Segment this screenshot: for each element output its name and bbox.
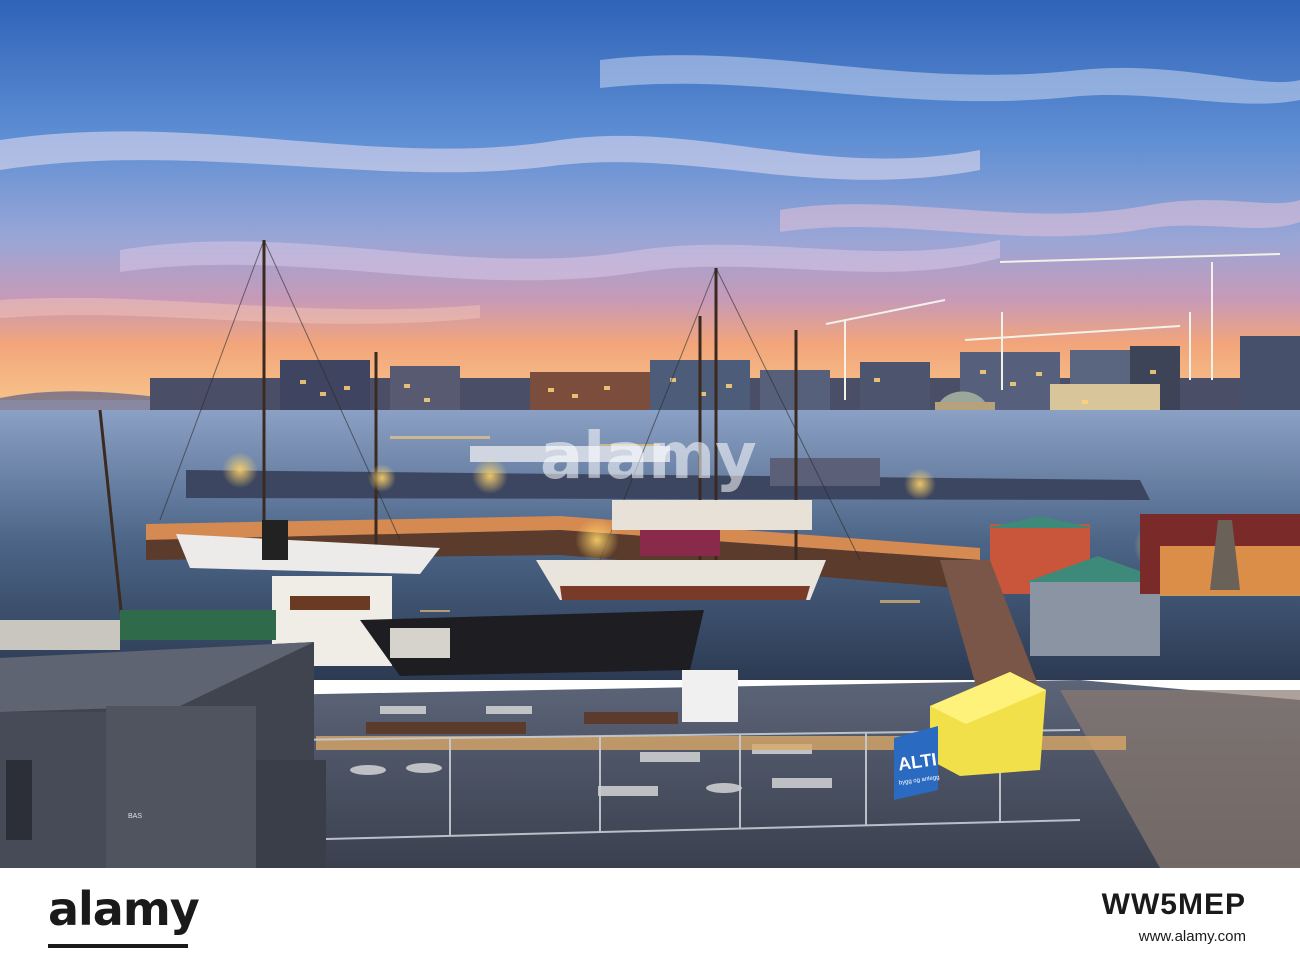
alamy-logo: alamy bbox=[48, 882, 200, 936]
alamy-logo-underline bbox=[48, 944, 188, 948]
hut-sign-text: BAS bbox=[128, 813, 142, 820]
site-url: www.alamy.com bbox=[1138, 928, 1246, 945]
stock-footer: alamy WW5MEP www.alamy.com bbox=[0, 868, 1300, 956]
alti-banner: ALTI bygg og anlegg bbox=[894, 726, 940, 800]
harbour-photo: ALTI bygg og anlegg BAS bbox=[0, 0, 1300, 868]
portable-huts: BAS bbox=[0, 642, 326, 868]
image-meta: WW5MEP www.alamy.com bbox=[1102, 888, 1246, 945]
signboard bbox=[682, 670, 738, 722]
image-id: WW5MEP bbox=[1101, 888, 1246, 921]
